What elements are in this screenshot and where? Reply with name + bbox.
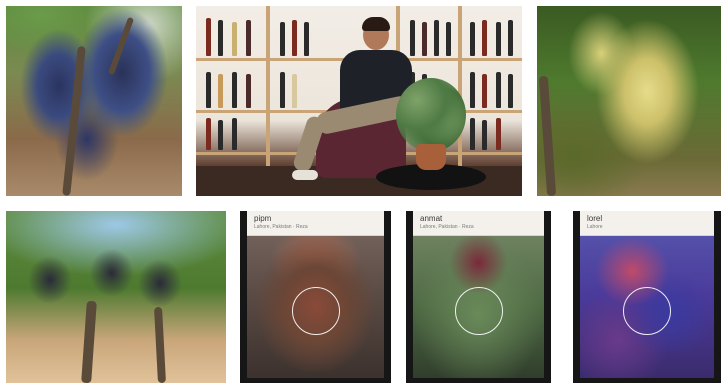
wine-bottle: [496, 72, 501, 108]
wine-bottle: [218, 74, 223, 108]
wine-bottle: [232, 22, 237, 56]
wine-bottle: [232, 72, 237, 108]
wine-bottle: [246, 74, 251, 108]
shelf-post: [458, 6, 462, 176]
wine-bottle: [508, 20, 513, 56]
scan-card: anmat Lahore, Pakistan · Reza: [413, 211, 544, 236]
scan-card-title: pipm: [254, 214, 272, 223]
scan-card: lorel Lahore: [580, 211, 714, 236]
wine-bottle: [482, 20, 487, 56]
wine-bottle: [482, 74, 487, 108]
wine-bottle: [470, 118, 475, 150]
person-shoe: [292, 170, 318, 180]
wine-bottle: [446, 22, 451, 56]
scan-card-subtitle: Lahore: [587, 224, 603, 230]
scan-target-ring: [291, 286, 340, 335]
wine-bottle: [206, 118, 211, 150]
shelf-post: [266, 6, 270, 176]
wine-bottle: [304, 22, 309, 56]
wine-bottle: [470, 22, 475, 56]
wine-bottle: [280, 72, 285, 108]
photo-vineyard-rows: [6, 211, 226, 383]
scan-screen-2: anmat Lahore, Pakistan · Reza: [406, 211, 551, 383]
scan-screen-1: pipm Lahore, Pakistan · Reza: [240, 211, 391, 383]
scan-card-title: lorel: [587, 214, 603, 223]
wine-bottle: [434, 20, 439, 56]
photo-red-grape-cluster: [6, 6, 182, 196]
vine-trunk: [154, 306, 166, 383]
wine-bottle: [496, 118, 501, 150]
person-hair: [362, 17, 390, 31]
wine-bottle: [508, 74, 513, 108]
wine-bottle: [482, 120, 487, 150]
wine-bottle: [206, 72, 211, 108]
scan-target-ring: [454, 286, 503, 335]
vine-stem: [107, 16, 135, 76]
wine-bottle: [422, 22, 427, 56]
wine-bottle: [218, 20, 223, 56]
wine-bottle: [246, 20, 251, 56]
wine-bottle: [470, 72, 475, 108]
wine-bottle: [232, 118, 237, 150]
photo-white-grape-cluster: [537, 6, 721, 196]
scan-card-subtitle: Lahore, Pakistan · Reza: [254, 224, 308, 230]
wine-bottle: [292, 20, 297, 56]
vine-trunk: [62, 45, 86, 196]
plant-pot: [416, 144, 446, 170]
wine-bottle: [410, 20, 415, 56]
scan-target-ring: [623, 286, 671, 335]
wine-bottle: [218, 120, 223, 150]
scan-screen-3: lorel Lahore: [573, 211, 721, 383]
wine-bottle: [280, 22, 285, 56]
wine-bottle: [206, 18, 211, 56]
wine-bottle: [496, 22, 501, 56]
photo-wine-shop-man-seated: [196, 6, 522, 196]
scan-card-title: anmat: [420, 214, 443, 223]
potted-plant: [396, 78, 466, 152]
vine-trunk: [538, 75, 557, 196]
scan-card-subtitle: Lahore, Pakistan · Reza: [420, 224, 474, 230]
wine-bottle: [292, 74, 297, 108]
scan-card: pipm Lahore, Pakistan · Reza: [247, 211, 384, 236]
vine-trunk: [81, 300, 97, 383]
